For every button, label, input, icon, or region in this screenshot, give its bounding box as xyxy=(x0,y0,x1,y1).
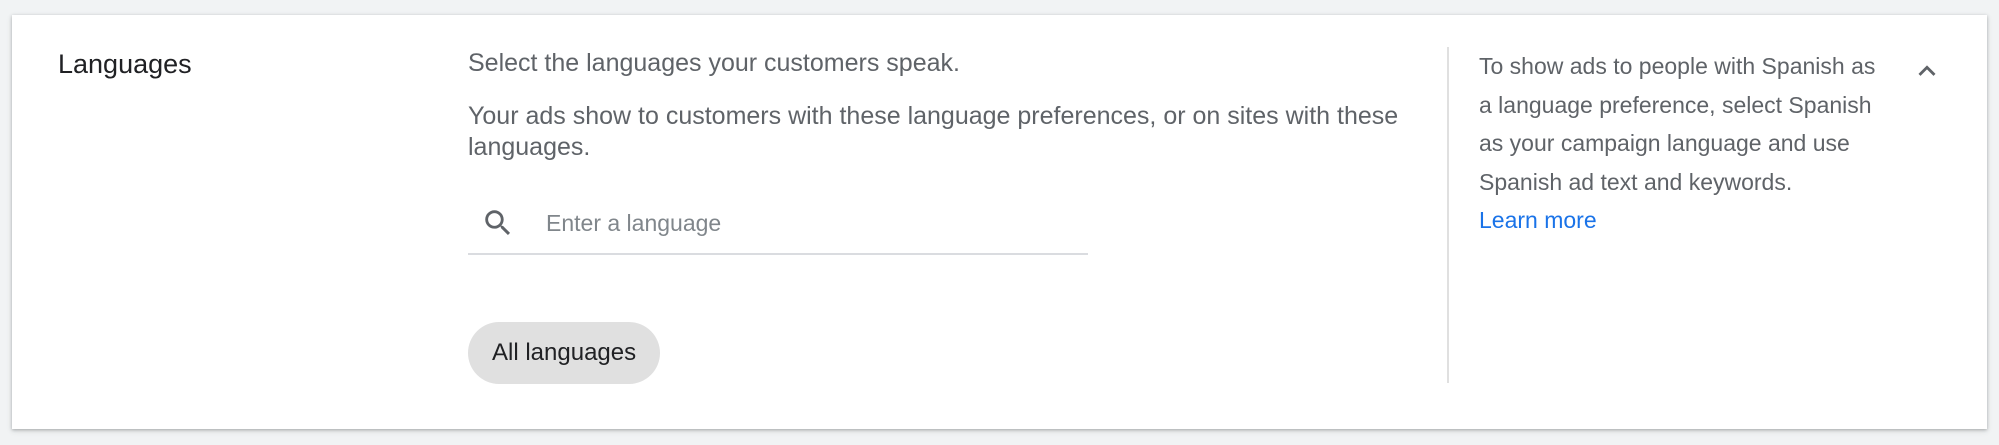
help-text: To show ads to people with Spanish as a … xyxy=(1479,53,1876,195)
search-icon xyxy=(478,203,518,243)
instruction-text: Select the languages your customers spea… xyxy=(468,49,960,77)
section-title: Languages xyxy=(58,49,192,79)
all-languages-chip[interactable]: All languages xyxy=(468,322,661,384)
language-selection-panel: Select the languages your customers spea… xyxy=(468,47,1428,384)
language-search-field[interactable] xyxy=(468,193,1088,255)
collapse-button[interactable] xyxy=(1907,53,1947,93)
language-search-input[interactable] xyxy=(544,208,1048,238)
vertical-divider xyxy=(1447,47,1449,383)
description-text: Your ads show to customers with these la… xyxy=(468,102,1399,161)
learn-more-link[interactable]: Learn more xyxy=(1479,201,1597,240)
help-panel: To show ads to people with Spanish as a … xyxy=(1479,47,1879,240)
chevron-up-icon xyxy=(1910,54,1944,93)
languages-card: Languages Select the languages your cust… xyxy=(12,15,1987,429)
